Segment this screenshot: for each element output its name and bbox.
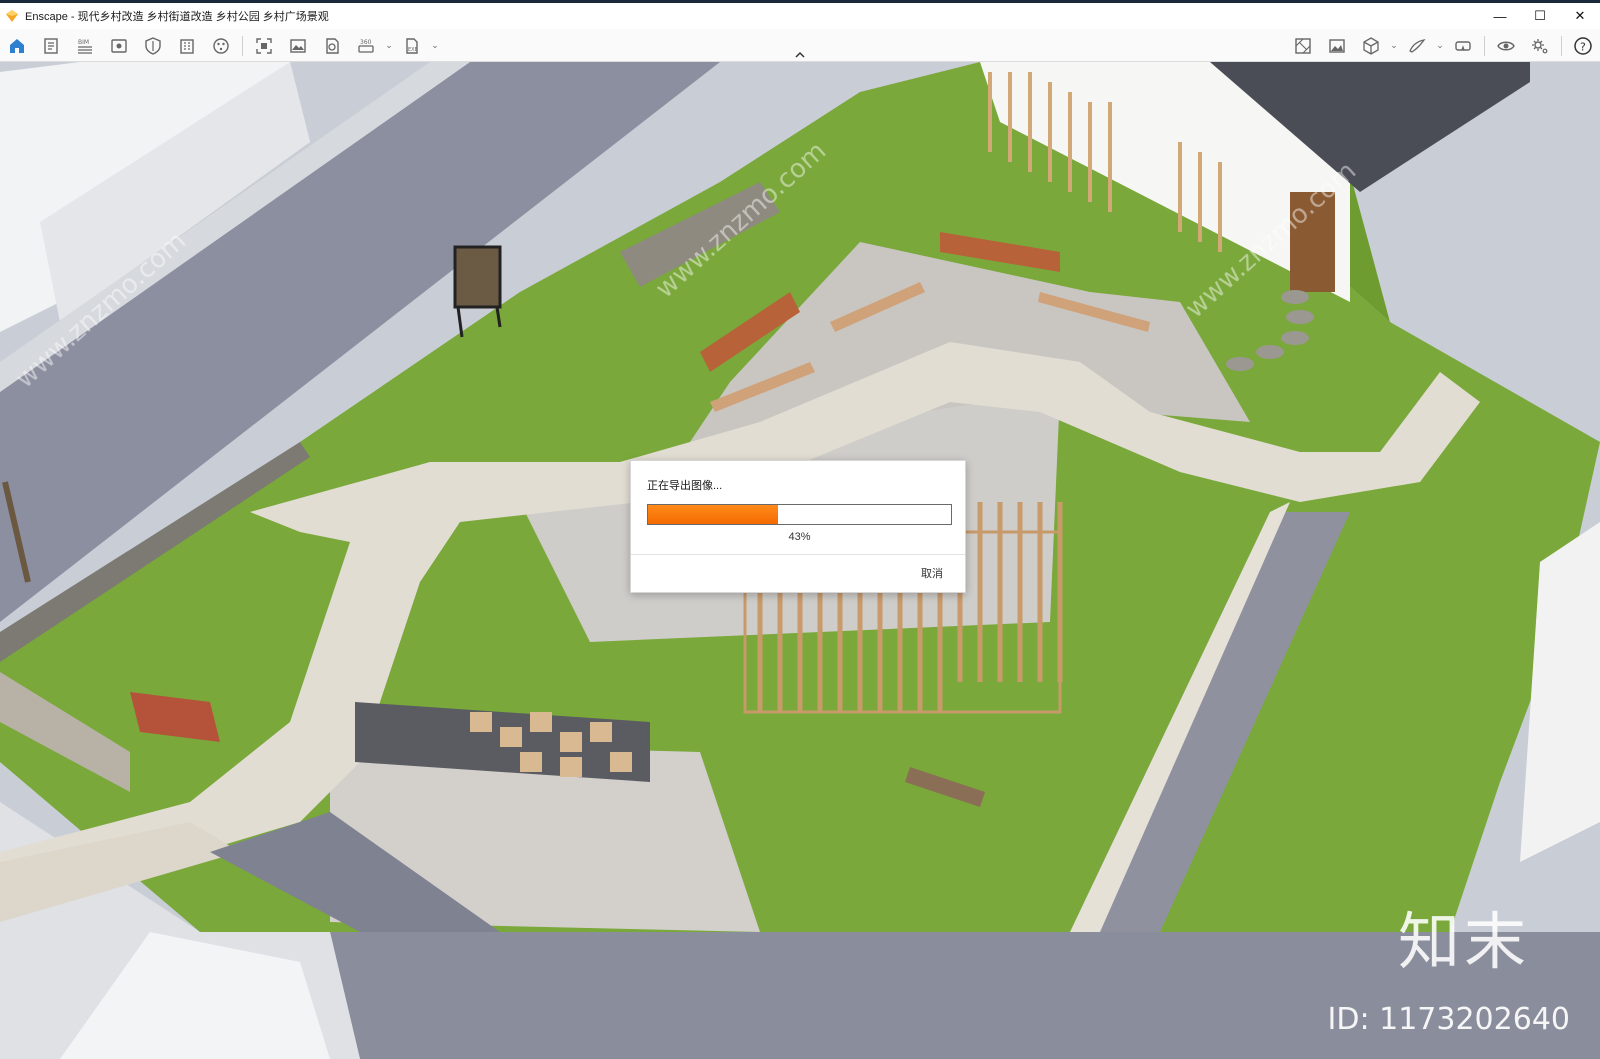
batch-render-button[interactable] <box>315 29 349 62</box>
document-icon <box>44 37 58 54</box>
signboard <box>453 245 502 309</box>
minimize-button[interactable]: — <box>1480 3 1520 29</box>
chevron-down-icon: ⌄ <box>1390 40 1398 50</box>
screenshot-icon <box>256 37 272 54</box>
dialog-title: 正在导出图像... <box>647 480 723 492</box>
palette-icon <box>213 37 229 54</box>
exe-export-icon: EXE <box>406 37 418 54</box>
panorama-icon: 360 <box>358 39 374 53</box>
maximize-button[interactable]: ☐ <box>1520 3 1560 29</box>
image-export-icon <box>290 38 306 53</box>
exe-export-dropdown[interactable]: ⌄ <box>429 29 441 62</box>
enscape-window: Enscape - 现代乡村改造 乡村街道改造 乡村公园 乡村广场景观 — ☐ … <box>0 0 1600 1059</box>
draw-icon <box>1409 38 1426 53</box>
window-title: Enscape - 现代乡村改造 乡村街道改造 乡村公园 乡村广场景观 <box>25 11 329 23</box>
svg-text:?: ? <box>1580 40 1586 53</box>
svg-text:EXE: EXE <box>408 47 418 53</box>
vr-button[interactable] <box>1446 29 1480 62</box>
material-button[interactable] <box>204 29 238 62</box>
image-export-button[interactable] <box>281 29 315 62</box>
toolbar-separator <box>1484 35 1485 56</box>
chevron-down-icon: ⌄ <box>385 40 393 50</box>
visual-settings-button[interactable] <box>1489 29 1523 62</box>
draw-dropdown[interactable]: ⌄ <box>1434 29 1446 62</box>
shield-icon <box>145 36 161 55</box>
cube-dropdown[interactable]: ⌄ <box>1388 29 1400 62</box>
vr-headset-icon <box>1455 40 1471 51</box>
building-icon <box>180 38 194 54</box>
svg-text:360: 360 <box>360 39 372 46</box>
view-icon <box>111 38 127 53</box>
home-button[interactable] <box>0 29 34 62</box>
chevron-up-icon <box>795 51 805 58</box>
render-viewport[interactable]: www.znzmo.com www.znzmo.com www.znzmo.co… <box>0 62 1600 1059</box>
shield-button[interactable] <box>136 29 170 62</box>
cube-button[interactable] <box>1354 29 1388 62</box>
watermark-logo: 知末 <box>1397 905 1530 978</box>
export-progress-dialog: 正在导出图像... 43% 取消 <box>630 460 966 593</box>
svg-text:BIM: BIM <box>78 39 89 46</box>
dialog-divider <box>631 554 965 555</box>
cube-icon <box>1363 36 1379 55</box>
draw-button[interactable] <box>1400 29 1434 62</box>
batch-render-icon <box>326 37 339 54</box>
help-icon: ? <box>1574 36 1592 55</box>
building-button[interactable] <box>170 29 204 62</box>
chevron-down-icon: ⌄ <box>431 40 439 50</box>
settings-button[interactable] <box>1523 29 1557 62</box>
screenshot-button[interactable] <box>247 29 281 62</box>
bim-icon: BIM <box>78 39 92 54</box>
panorama-dropdown[interactable]: ⌄ <box>383 29 395 62</box>
progress-percent-label: 43% <box>788 531 811 543</box>
view-button[interactable] <box>102 29 136 62</box>
map-button[interactable] <box>1286 29 1320 62</box>
document-button[interactable] <box>34 29 68 62</box>
main-toolbar: BIM 360 ⌄ EXE ⌄ ⌄ ⌄ ? <box>0 29 1600 62</box>
toolbar-separator <box>1561 35 1562 56</box>
help-button[interactable]: ? <box>1566 29 1600 62</box>
map-icon <box>1295 37 1311 54</box>
gallery-button[interactable] <box>1320 29 1354 62</box>
home-icon <box>10 38 24 53</box>
gallery-icon <box>1329 38 1345 53</box>
toolbar-right-group: ⌄ ⌄ ? <box>1286 29 1600 62</box>
chevron-down-icon: ⌄ <box>1436 40 1444 50</box>
progress-fill <box>648 505 779 524</box>
close-button[interactable]: ✕ <box>1560 3 1600 29</box>
eye-icon <box>1497 41 1515 50</box>
bim-button[interactable]: BIM <box>68 29 102 62</box>
window-controls: — ☐ ✕ <box>1480 3 1600 29</box>
collapse-toolbar-button[interactable] <box>792 49 808 61</box>
cancel-button[interactable]: 取消 <box>921 565 943 581</box>
toolbar-separator <box>242 35 243 56</box>
enscape-logo-icon <box>6 10 18 22</box>
settings-icon <box>1532 38 1548 53</box>
export-progress-bar <box>647 504 952 525</box>
panorama-button[interactable]: 360 <box>349 29 383 62</box>
title-bar: Enscape - 现代乡村改造 乡村街道改造 乡村公园 乡村广场景观 — ☐ … <box>0 3 1600 29</box>
exe-export-button[interactable]: EXE <box>395 29 429 62</box>
watermark-id: ID: 1173202640 <box>1327 1002 1570 1037</box>
toolbar-left-group: BIM 360 ⌄ EXE ⌄ <box>0 29 441 62</box>
